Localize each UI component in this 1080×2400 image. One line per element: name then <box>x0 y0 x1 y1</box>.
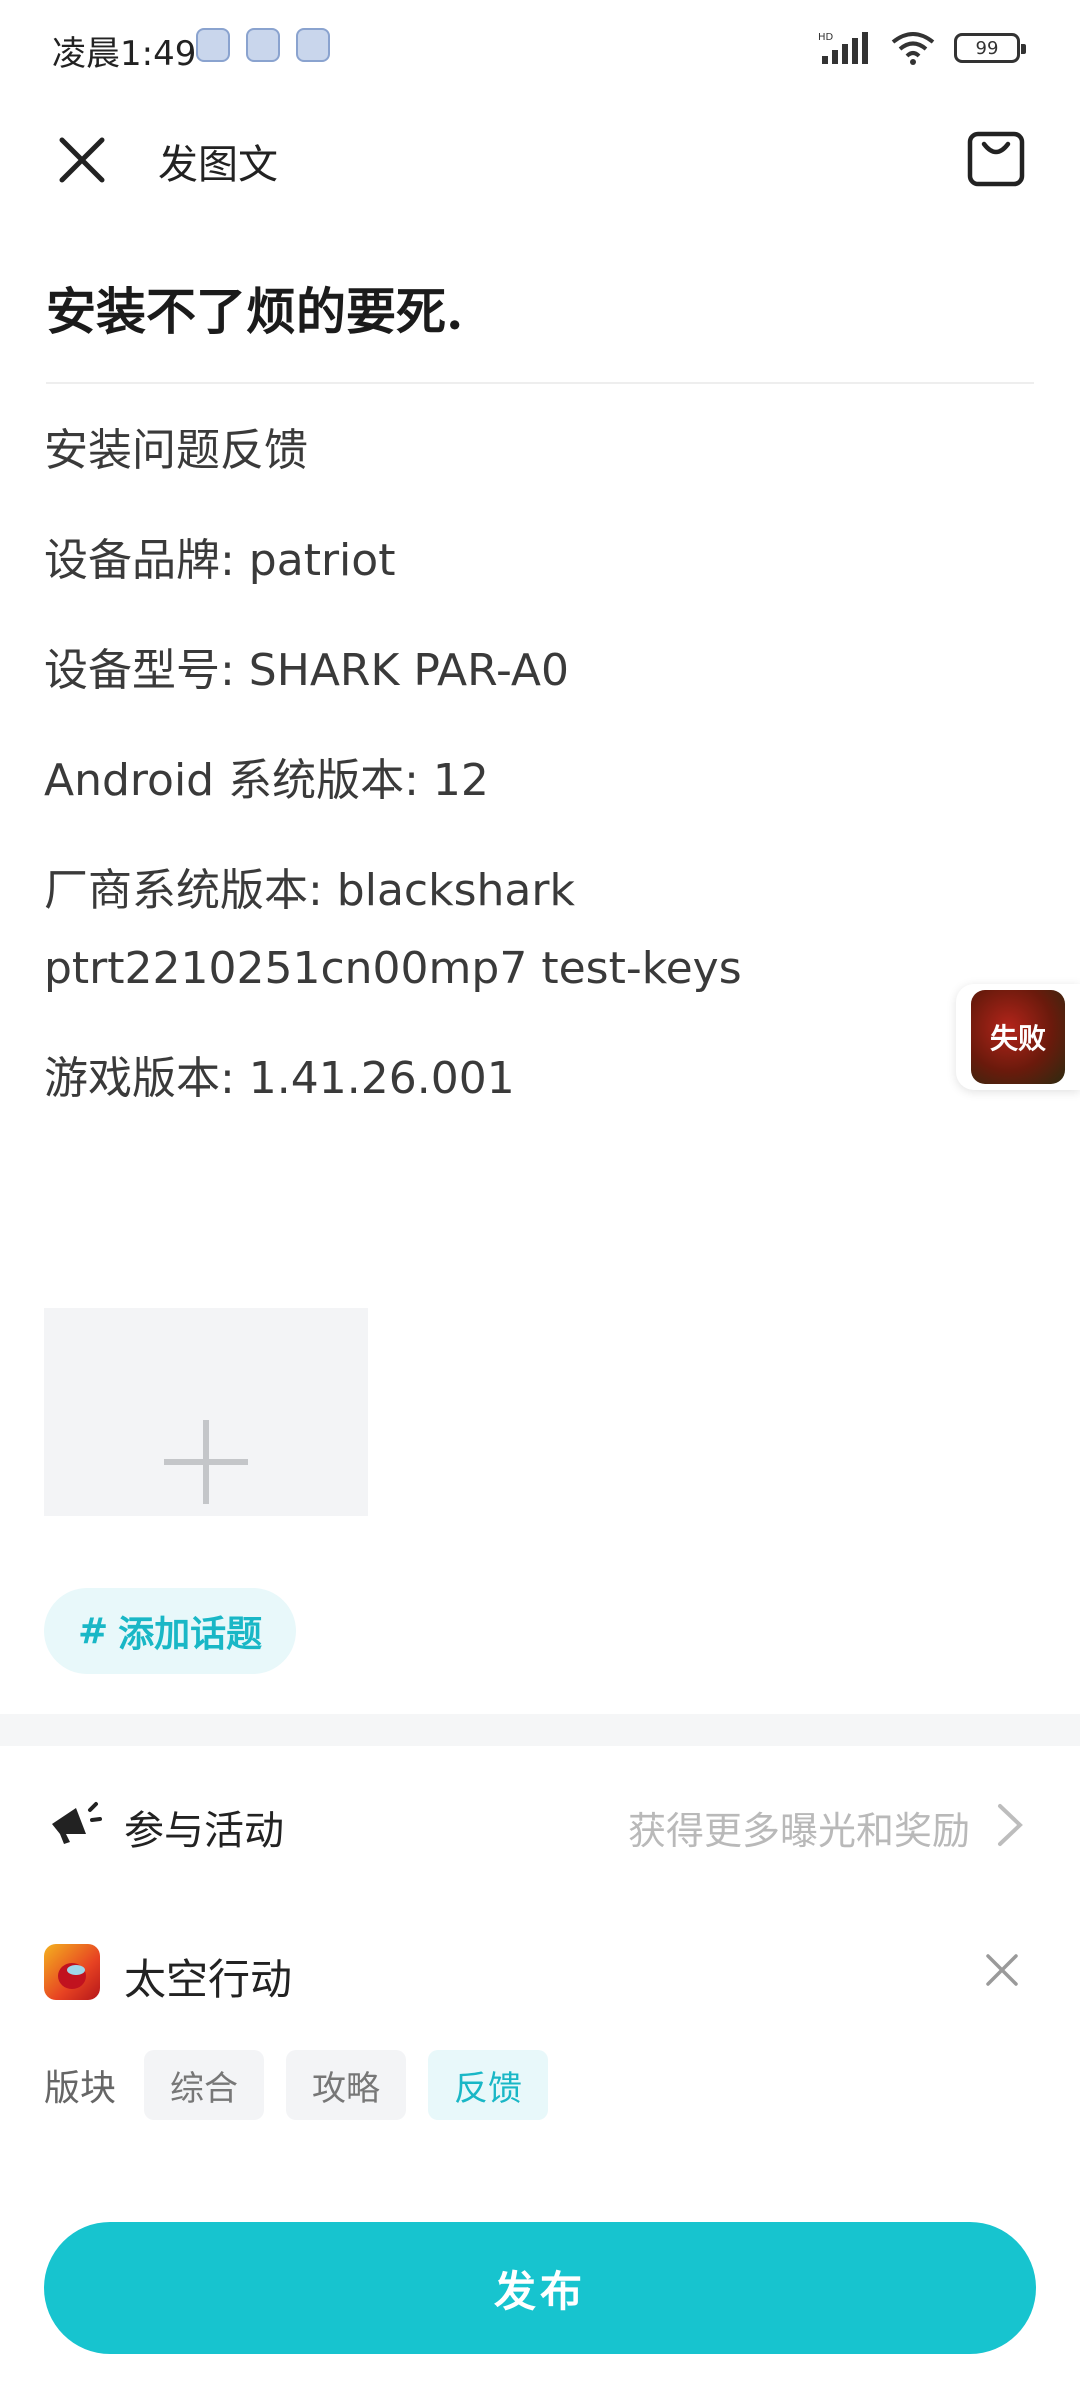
add-topic-button[interactable]: # 添加话题 <box>44 1588 297 1674</box>
activity-label: 参与活动 <box>124 1808 284 1854</box>
publish-button[interactable]: 发布 <box>44 2222 1036 2354</box>
section-divider <box>0 1714 1080 1746</box>
signal-icon: HD <box>818 32 868 64</box>
floating-widget[interactable]: 失败 <box>956 984 1080 1090</box>
status-bar: 凌晨1:49 HD 99 <box>0 0 1080 96</box>
divider <box>46 382 1034 384</box>
add-image-button[interactable] <box>44 1308 368 1516</box>
board-label: 版块 <box>44 2068 117 2109</box>
post-body-input[interactable]: 安装问题反馈 设备品牌: patriot 设备型号: SHARK PAR-A0 … <box>44 412 1044 1150</box>
body-line: 安装问题反馈 <box>44 425 308 476</box>
add-topic-label: 添加话题 <box>118 1614 263 1655</box>
selected-game-row: 太空行动 <box>0 1920 1080 2028</box>
board-option-feedback[interactable]: 反馈 <box>428 2050 549 2120</box>
status-time: 凌晨1:49 <box>52 34 197 74</box>
body-line: Android 系统版本: 12 <box>44 755 489 806</box>
notification-icon <box>296 28 330 62</box>
notification-icon <box>246 28 280 62</box>
game-icon <box>44 1944 100 2000</box>
wifi-icon <box>891 32 935 65</box>
network-type-label: HD <box>818 32 834 43</box>
page-title: 发图文 <box>158 142 278 188</box>
floating-widget-label: 失败 <box>989 1022 1046 1055</box>
crewmate-icon <box>58 1963 86 1989</box>
game-name: 太空行动 <box>124 1955 293 2004</box>
plus-icon <box>164 1420 248 1504</box>
post-editor-screen: 凌晨1:49 HD 99 发图文 安装不了烦的要死. 安装问题反馈 设备品牌: … <box>0 0 1080 2400</box>
board-selector: 版块 综合 攻略 反馈 <box>44 2050 549 2120</box>
status-indicators: HD 99 <box>818 30 1026 66</box>
notification-icon <box>196 28 230 62</box>
floating-widget-image: 失败 <box>971 990 1065 1084</box>
body-line: 设备品牌: patriot <box>44 535 396 586</box>
megaphone-icon <box>52 1802 102 1844</box>
board-option-general[interactable]: 综合 <box>144 2050 265 2120</box>
chevron-right-icon <box>998 1804 1023 1846</box>
body-line: 设备型号: SHARK PAR-A0 <box>44 645 569 696</box>
remove-game-icon[interactable] <box>982 1950 1022 1990</box>
body-line: 游戏版本: 1.41.26.001 <box>44 1053 515 1104</box>
header: 发图文 <box>0 110 1080 210</box>
post-title-input[interactable]: 安装不了烦的要死. <box>46 272 463 344</box>
battery-level: 99 <box>975 37 999 59</box>
notification-icons <box>196 28 330 62</box>
draft-box-icon[interactable] <box>964 126 1028 190</box>
join-activity-row[interactable]: 参与活动 获得更多曝光和奖励 <box>0 1770 1080 1878</box>
body-line: 厂商系统版本: blackshark ptrt2210251cn00mp7 te… <box>44 865 742 994</box>
board-option-guide[interactable]: 攻略 <box>286 2050 407 2120</box>
hashtag-icon: # <box>78 1610 109 1652</box>
close-icon[interactable] <box>52 130 112 190</box>
battery-icon: 99 <box>954 33 1026 63</box>
activity-hint: 获得更多曝光和奖励 <box>627 1809 970 1853</box>
